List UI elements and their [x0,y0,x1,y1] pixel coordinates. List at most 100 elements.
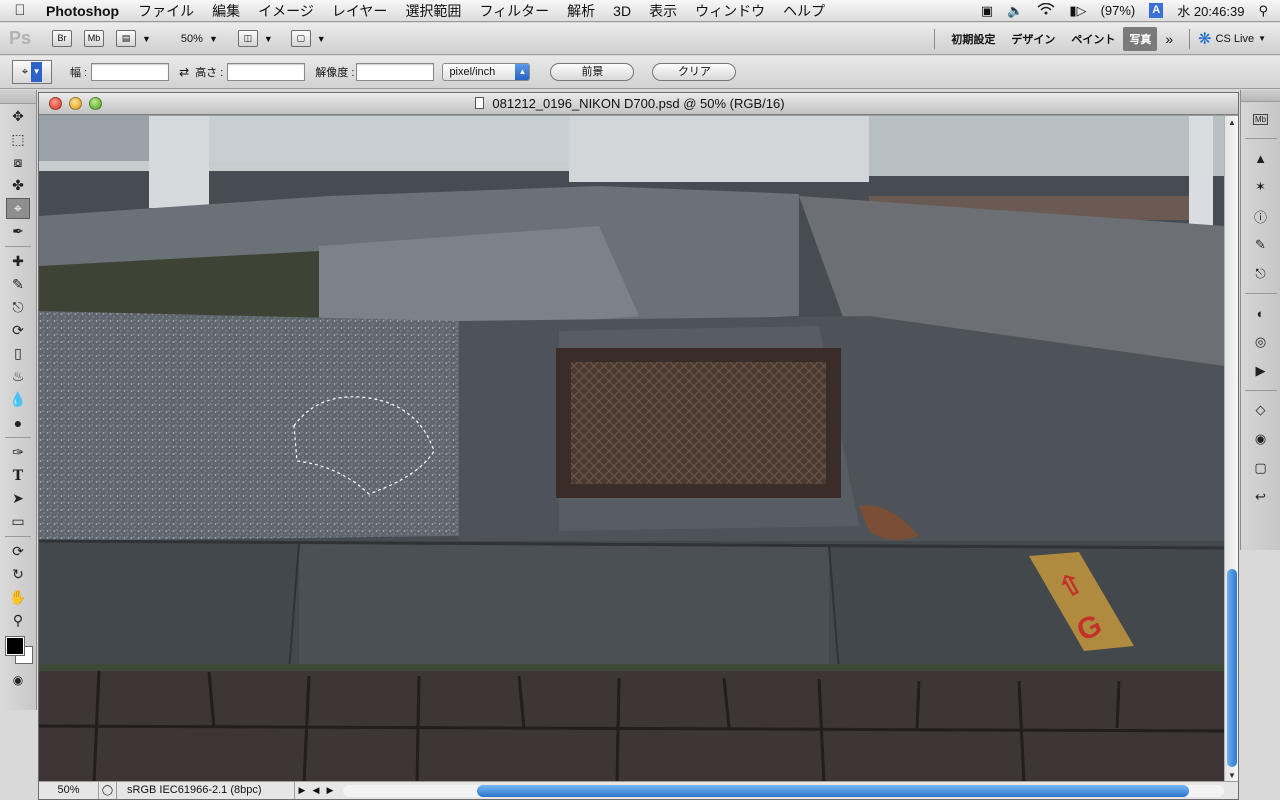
view-extras-button[interactable]: ▤ [116,30,136,47]
menu-filter[interactable]: フィルター [470,1,558,21]
workspace-design[interactable]: デザイン [1003,31,1063,47]
vertical-scrollbar[interactable]: ▲ ▼ [1224,116,1238,783]
eyedropper-tool-icon[interactable]: ✒ [6,221,30,242]
volume-icon[interactable]: 🔈 [1007,3,1023,19]
layers-panel-icon[interactable]: ◇ [1250,399,1272,421]
scroll-up-arrow-icon[interactable]: ▲ [1225,116,1239,130]
dodge-tool-icon[interactable]: ● [6,412,30,433]
paint-bucket-tool-icon[interactable]: ♨ [6,366,30,387]
path-selection-tool-icon[interactable]: ➤ [6,488,30,509]
cs-live-button[interactable]: ❋ CS Live ▼ [1198,29,1280,49]
histogram-panel-icon[interactable]: ▲ [1250,147,1272,169]
document-title-bar[interactable]: 081212_0196_NIKON D700.psd @ 50% (RGB/16… [39,93,1238,115]
paths-panel-icon[interactable]: ▢ [1250,457,1272,479]
tool-preset-picker[interactable]: ⌖ ▼ [12,60,52,84]
panel-grip[interactable] [1241,90,1280,102]
display-mirroring-icon[interactable]: ▣ [981,3,993,19]
menu-image[interactable]: イメージ [249,1,323,21]
image-canvas[interactable]: ⇧ G [39,116,1225,783]
color-swatches[interactable] [4,635,33,665]
menu-window[interactable]: ウィンドウ [686,1,774,21]
launch-mini-bridge-button[interactable]: Mb [84,30,104,47]
rectangle-tool-icon[interactable]: ▭ [6,511,30,532]
launch-bridge-button[interactable]: Br [52,30,72,47]
crop-tool-icon[interactable]: ⌖ [6,198,30,219]
mini-bridge-panel-icon[interactable]: Mb [1250,108,1272,130]
close-window-button[interactable] [49,97,62,110]
width-field[interactable] [91,63,170,81]
divider [1244,293,1277,294]
swap-width-height-icon[interactable]: ⇄ [179,65,189,79]
lasso-tool-icon[interactable]: ⧇ [6,152,30,173]
apple-menu-icon[interactable]:  [0,2,40,19]
scroll-right-arrow-icon[interactable]: ▶ [323,785,337,796]
eraser-tool-icon[interactable]: ▯ [6,343,30,364]
workspace-photography[interactable]: 写真 [1123,26,1158,51]
horizontal-scrollbar[interactable] [343,784,1224,797]
status-menu-arrow-icon[interactable]: ▶ [295,785,309,796]
workspace-essentials[interactable]: 初期設定 [943,31,1003,47]
info-panel-icon[interactable]: ⓘ [1250,205,1272,227]
healing-brush-tool-icon[interactable]: ✚ [6,251,30,272]
chevron-down-icon[interactable]: ▼ [317,34,326,44]
menu-view[interactable]: 表示 [640,1,686,21]
move-tool-icon[interactable]: ✥ [6,106,30,127]
3d-orbit-tool-icon[interactable]: ↻ [6,564,30,585]
status-zoom-field[interactable]: 50% [39,782,99,799]
history-brush-tool-icon[interactable]: ⟳ [6,320,30,341]
menu-select[interactable]: 選択範囲 [396,1,470,21]
battery-icon[interactable]: ▮▷ [1069,3,1086,19]
workspace-painting[interactable]: ペイント [1063,31,1123,47]
brush-panel-icon[interactable]: ✎ [1250,234,1272,256]
clock[interactable]: 水 20:46:39 [1177,1,1244,20]
horizontal-scroll-thumb[interactable] [477,784,1189,797]
clone-source-panel-icon[interactable]: ⎋ [1250,263,1272,285]
status-options-icon[interactable]: ◯ [99,782,117,799]
actions-panel-icon[interactable]: ▶ [1250,360,1272,382]
zoom-tool-icon[interactable]: ⚲ [6,610,30,631]
marquee-tool-icon[interactable]: ⬚ [6,129,30,150]
quick-selection-tool-icon[interactable]: ✤ [6,175,30,196]
menu-help[interactable]: ヘルプ [774,1,834,21]
navigator-panel-icon[interactable]: ✶ [1250,176,1272,198]
clear-button[interactable]: クリア [652,63,737,81]
scroll-left-arrow-icon[interactable]: ◀ [309,785,323,796]
adjustments-panel-icon[interactable]: ◐ [1250,302,1272,324]
minimize-window-button[interactable] [69,97,82,110]
blur-tool-icon[interactable]: 💧 [6,389,30,410]
menu-layer[interactable]: レイヤー [323,1,397,21]
chevron-down-icon[interactable]: ▼ [209,34,218,44]
brush-tool-icon[interactable]: ✎ [6,274,30,295]
resolution-unit-select[interactable]: pixel/inch ▲ [442,63,531,81]
foreground-color[interactable] [5,636,25,656]
input-method-icon[interactable]: A [1149,3,1164,18]
arrange-documents-button[interactable]: ◫ [237,30,258,47]
masks-panel-icon[interactable]: ◎ [1250,331,1272,353]
zoom-level-select[interactable]: 50% [181,33,203,45]
screen-mode-button[interactable]: ▢ [290,30,311,47]
menu-analysis[interactable]: 解析 [558,1,604,21]
height-field[interactable] [227,63,306,81]
hand-tool-icon[interactable]: ✋ [6,587,30,608]
quick-mask-icon[interactable]: ◉ [6,669,30,690]
panel-grip[interactable] [0,90,36,104]
menu-edit[interactable]: 編集 [203,1,249,21]
chevron-down-icon[interactable]: ▼ [264,34,273,44]
menu-app-photoshop[interactable]: Photoshop [40,3,129,19]
type-tool-icon[interactable]: T [6,465,30,486]
wifi-icon[interactable] [1037,2,1055,18]
pen-tool-icon[interactable]: ✑ [6,442,30,463]
clone-stamp-tool-icon[interactable]: ⎋ [6,297,30,318]
chevron-down-icon[interactable]: ▼ [142,34,151,44]
resolution-field[interactable] [356,63,435,81]
more-workspaces-button[interactable]: » [1157,31,1181,47]
channels-panel-icon[interactable]: ◉ [1250,428,1272,450]
vertical-scroll-thumb[interactable] [1227,569,1237,767]
3d-rotate-tool-icon[interactable]: ⟳ [6,541,30,562]
history-panel-icon[interactable]: ↩ [1250,486,1272,508]
front-image-button[interactable]: 前景 [550,63,635,81]
spotlight-search-icon[interactable]: ⚲ [1258,3,1268,19]
menu-file[interactable]: ファイル [129,1,203,21]
zoom-window-button[interactable] [89,97,102,110]
menu-3d[interactable]: 3D [604,3,640,19]
